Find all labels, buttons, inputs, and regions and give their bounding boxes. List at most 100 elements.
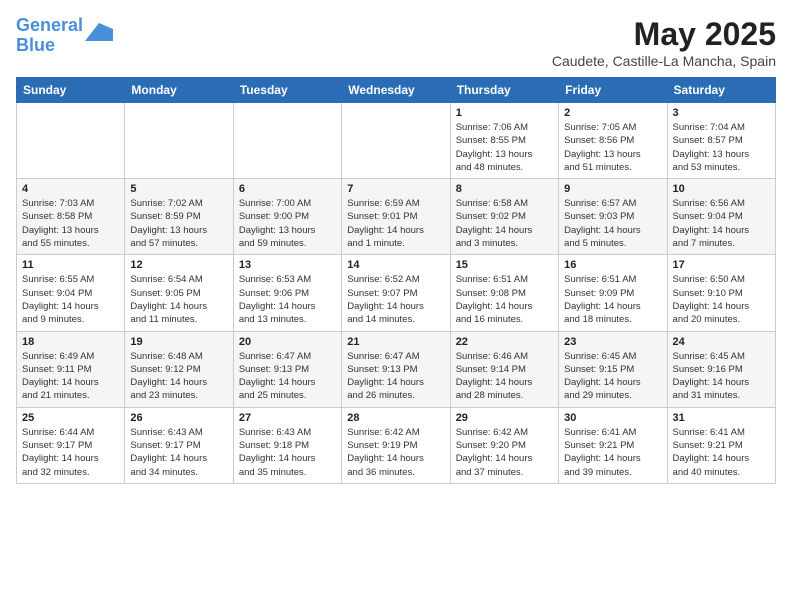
header-sunday: Sunday: [17, 78, 125, 103]
day-cell: 6Sunrise: 7:00 AMSunset: 9:00 PMDaylight…: [233, 179, 341, 255]
logo-icon: [85, 23, 113, 41]
day-info: Sunrise: 7:05 AMSunset: 8:56 PMDaylight:…: [564, 121, 661, 174]
day-info: Sunrise: 6:50 AMSunset: 9:10 PMDaylight:…: [673, 273, 770, 326]
day-info: Sunrise: 6:54 AMSunset: 9:05 PMDaylight:…: [130, 273, 227, 326]
week-row-2: 4 Sunrise: 7:03 AMSunset: 8:58 PMDaylight…: [17, 179, 776, 255]
day-number: 17: [673, 259, 770, 271]
day-info: Sunrise: 6:52 AMSunset: 9:07 PMDaylight:…: [347, 273, 444, 326]
day-number: 28: [347, 412, 444, 424]
day-info: Sunrise: 6:47 AMSunset: 9:13 PMDaylight:…: [239, 350, 336, 403]
week-row-4: 18 Sunrise: 6:49 AMSunset: 9:11 PMDayligh…: [17, 331, 776, 407]
day-cell: 26 Sunrise: 6:43 AMSunset: 9:17 PMDayligh…: [125, 407, 233, 483]
day-info: Sunrise: 6:41 AMSunset: 9:21 PMDaylight:…: [564, 426, 661, 479]
day-cell: [342, 103, 450, 179]
day-cell: 1Sunrise: 7:06 AMSunset: 8:55 PMDaylight…: [450, 103, 558, 179]
day-cell: 18 Sunrise: 6:49 AMSunset: 9:11 PMDayligh…: [17, 331, 125, 407]
day-number: 15: [456, 259, 553, 271]
day-cell: 27Sunrise: 6:43 AMSunset: 9:18 PMDayligh…: [233, 407, 341, 483]
day-info: Sunrise: 6:49 AMSunset: 9:11 PMDaylight:…: [22, 350, 119, 403]
day-number: 7: [347, 183, 444, 195]
day-cell: 4 Sunrise: 7:03 AMSunset: 8:58 PMDaylight…: [17, 179, 125, 255]
month-title: May 2025: [552, 16, 776, 53]
day-number: 5: [130, 183, 227, 195]
week-row-3: 11Sunrise: 6:55 AMSunset: 9:04 PMDayligh…: [17, 255, 776, 331]
day-info: Sunrise: 6:51 AMSunset: 9:08 PMDaylight:…: [456, 273, 553, 326]
day-info: Sunrise: 7:02 AMSunset: 8:59 PMDaylight:…: [130, 197, 227, 250]
day-number: 18: [22, 336, 119, 348]
day-cell: 15 Sunrise: 6:51 AMSunset: 9:08 PMDayligh…: [450, 255, 558, 331]
day-info: Sunrise: 6:43 AMSunset: 9:17 PMDaylight:…: [130, 426, 227, 479]
day-number: 10: [673, 183, 770, 195]
calendar-header-row: SundayMondayTuesdayWednesdayThursdayFrid…: [17, 78, 776, 103]
day-number: 13: [239, 259, 336, 271]
day-cell: 22 Sunrise: 6:46 AMSunset: 9:14 PMDayligh…: [450, 331, 558, 407]
day-info: Sunrise: 6:53 AMSunset: 9:06 PMDaylight:…: [239, 273, 336, 326]
day-cell: 14 Sunrise: 6:52 AMSunset: 9:07 PMDayligh…: [342, 255, 450, 331]
day-info: Sunrise: 6:56 AMSunset: 9:04 PMDaylight:…: [673, 197, 770, 250]
day-cell: 29Sunrise: 6:42 AMSunset: 9:20 PMDayligh…: [450, 407, 558, 483]
logo: General Blue: [16, 16, 113, 56]
day-info: Sunrise: 6:44 AMSunset: 9:17 PMDaylight:…: [22, 426, 119, 479]
day-cell: 5 Sunrise: 7:02 AMSunset: 8:59 PMDaylight…: [125, 179, 233, 255]
day-cell: 30 Sunrise: 6:41 AMSunset: 9:21 PMDayligh…: [559, 407, 667, 483]
day-number: 4: [22, 183, 119, 195]
day-cell: [125, 103, 233, 179]
day-cell: 19Sunrise: 6:48 AMSunset: 9:12 PMDayligh…: [125, 331, 233, 407]
day-info: Sunrise: 6:58 AMSunset: 9:02 PMDaylight:…: [456, 197, 553, 250]
day-cell: 23Sunrise: 6:45 AMSunset: 9:15 PMDayligh…: [559, 331, 667, 407]
day-cell: [17, 103, 125, 179]
calendar-table: SundayMondayTuesdayWednesdayThursdayFrid…: [16, 77, 776, 484]
day-number: 12: [130, 259, 227, 271]
day-cell: 12 Sunrise: 6:54 AMSunset: 9:05 PMDayligh…: [125, 255, 233, 331]
day-cell: 17 Sunrise: 6:50 AMSunset: 9:10 PMDayligh…: [667, 255, 775, 331]
day-info: Sunrise: 6:57 AMSunset: 9:03 PMDaylight:…: [564, 197, 661, 250]
day-cell: 10 Sunrise: 6:56 AMSunset: 9:04 PMDayligh…: [667, 179, 775, 255]
day-number: 8: [456, 183, 553, 195]
day-cell: 13 Sunrise: 6:53 AMSunset: 9:06 PMDayligh…: [233, 255, 341, 331]
day-info: Sunrise: 6:42 AMSunset: 9:20 PMDaylight:…: [456, 426, 553, 479]
day-number: 24: [673, 336, 770, 348]
day-info: Sunrise: 6:45 AMSunset: 9:16 PMDaylight:…: [673, 350, 770, 403]
day-number: 2: [564, 107, 661, 119]
day-info: Sunrise: 7:03 AMSunset: 8:58 PMDaylight:…: [22, 197, 119, 250]
day-info: Sunrise: 6:46 AMSunset: 9:14 PMDaylight:…: [456, 350, 553, 403]
header-saturday: Saturday: [667, 78, 775, 103]
day-number: 9: [564, 183, 661, 195]
day-cell: 3 Sunrise: 7:04 AMSunset: 8:57 PMDaylight…: [667, 103, 775, 179]
day-cell: 21 Sunrise: 6:47 AMSunset: 9:13 PMDayligh…: [342, 331, 450, 407]
day-number: 1: [456, 107, 553, 119]
header-friday: Friday: [559, 78, 667, 103]
day-number: 3: [673, 107, 770, 119]
week-row-5: 25 Sunrise: 6:44 AMSunset: 9:17 PMDayligh…: [17, 407, 776, 483]
day-cell: 8 Sunrise: 6:58 AMSunset: 9:02 PMDaylight…: [450, 179, 558, 255]
day-info: Sunrise: 7:04 AMSunset: 8:57 PMDaylight:…: [673, 121, 770, 174]
week-row-1: 1Sunrise: 7:06 AMSunset: 8:55 PMDaylight…: [17, 103, 776, 179]
day-number: 27: [239, 412, 336, 424]
day-number: 14: [347, 259, 444, 271]
header-thursday: Thursday: [450, 78, 558, 103]
day-number: 31: [673, 412, 770, 424]
day-cell: 7Sunrise: 6:59 AMSunset: 9:01 PMDaylight…: [342, 179, 450, 255]
day-cell: 9 Sunrise: 6:57 AMSunset: 9:03 PMDaylight…: [559, 179, 667, 255]
day-number: 6: [239, 183, 336, 195]
title-area: May 2025 Caudete, Castille-La Mancha, Sp…: [552, 16, 776, 69]
day-cell: 20 Sunrise: 6:47 AMSunset: 9:13 PMDayligh…: [233, 331, 341, 407]
day-cell: [233, 103, 341, 179]
day-number: 22: [456, 336, 553, 348]
day-number: 21: [347, 336, 444, 348]
day-info: Sunrise: 6:48 AMSunset: 9:12 PMDaylight:…: [130, 350, 227, 403]
day-info: Sunrise: 6:55 AMSunset: 9:04 PMDaylight:…: [22, 273, 119, 326]
day-cell: 16Sunrise: 6:51 AMSunset: 9:09 PMDayligh…: [559, 255, 667, 331]
day-number: 30: [564, 412, 661, 424]
day-number: 26: [130, 412, 227, 424]
day-number: 25: [22, 412, 119, 424]
day-info: Sunrise: 6:41 AMSunset: 9:21 PMDaylight:…: [673, 426, 770, 479]
day-cell: 31 Sunrise: 6:41 AMSunset: 9:21 PMDayligh…: [667, 407, 775, 483]
day-info: Sunrise: 6:42 AMSunset: 9:19 PMDaylight:…: [347, 426, 444, 479]
day-number: 20: [239, 336, 336, 348]
day-info: Sunrise: 6:47 AMSunset: 9:13 PMDaylight:…: [347, 350, 444, 403]
location-title: Caudete, Castille-La Mancha, Spain: [552, 53, 776, 69]
day-number: 16: [564, 259, 661, 271]
day-cell: 11Sunrise: 6:55 AMSunset: 9:04 PMDayligh…: [17, 255, 125, 331]
header: General Blue May 2025 Caudete, Castille-…: [16, 16, 776, 69]
